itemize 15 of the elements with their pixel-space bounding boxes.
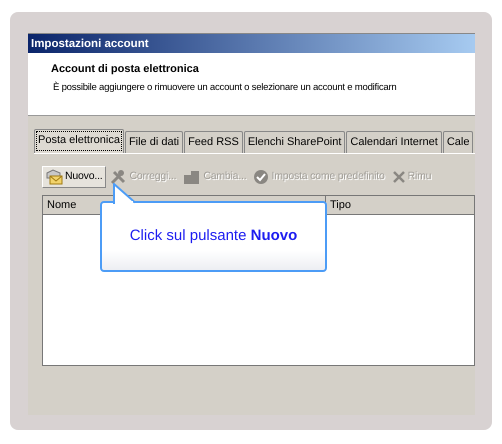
tab[interactable]: Cale: [442, 131, 474, 152]
header-title: Account di posta elettronica: [51, 62, 200, 77]
close-icon: [392, 170, 406, 184]
tab[interactable]: Calendari Internet: [346, 131, 442, 152]
callout-text: Click sul pulsante Nuovo: [130, 226, 298, 246]
tab[interactable]: Feed RSS: [184, 131, 243, 152]
tab[interactable]: Elenchi SharePoint: [244, 131, 346, 152]
envelope-icon: [45, 168, 63, 184]
tab[interactable]: File di dati: [124, 131, 184, 152]
tab[interactable]: Posta elettronica: [34, 129, 124, 152]
toolbar-button[interactable]: Nuovo...: [42, 166, 106, 188]
header-description: È possibile aggiungere o rimuovere un account o selezionare un account e modificarn: [52, 80, 398, 94]
checkmark-icon: [253, 168, 270, 184]
tools-icon: [110, 168, 128, 184]
window-title: Impostazioni account: [28, 34, 475, 53]
